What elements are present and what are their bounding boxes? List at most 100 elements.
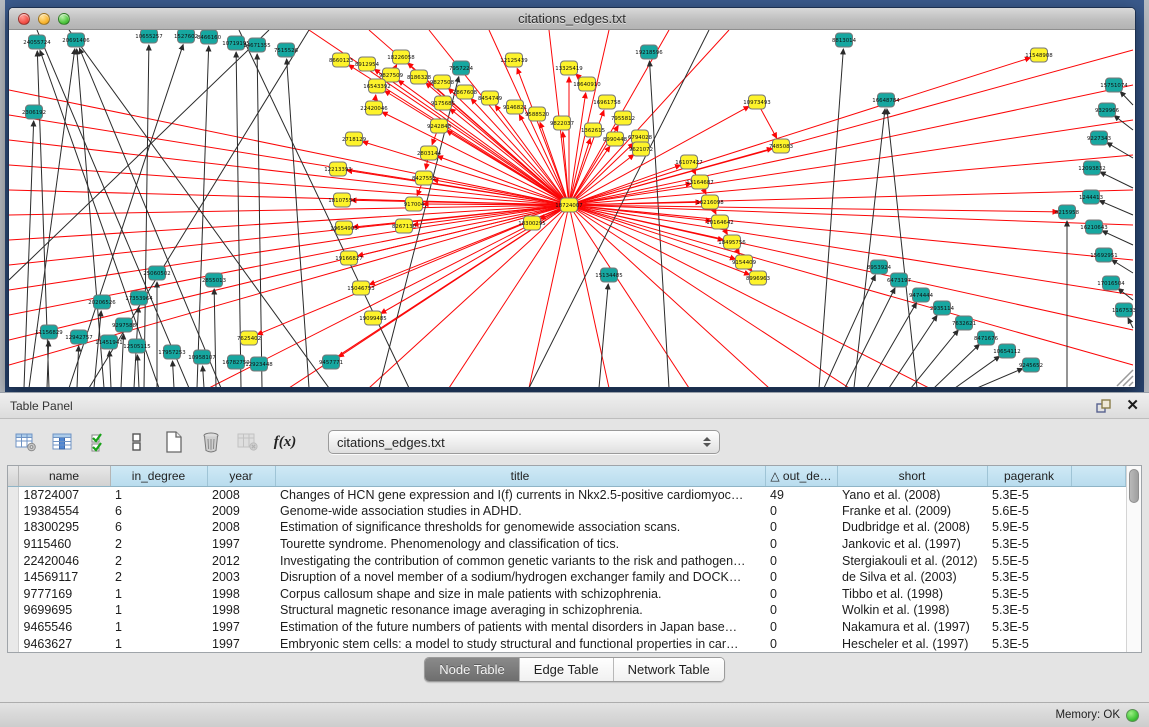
delete-table-button[interactable] <box>236 430 260 454</box>
table-row[interactable]: 1938455462009Genome-wide association stu… <box>8 503 1126 520</box>
cell-year[interactable]: 2009 <box>207 503 275 520</box>
graph-node[interactable]: 15046753 <box>347 281 374 295</box>
cell-short[interactable]: de Silva et al. (2003) <box>837 569 987 586</box>
cell-out_de[interactable]: 0 <box>765 519 837 536</box>
network-nodes[interactable]: 1872400786601238912954182260589827509818… <box>22 30 1135 372</box>
table-row[interactable]: 1830029562008Estimation of significance … <box>8 519 1126 536</box>
graph-node[interactable]: 2867608 <box>453 85 478 99</box>
table-row[interactable]: 1456911722003Disruption of a novel membe… <box>8 569 1126 586</box>
cell-name[interactable]: 9465546 <box>18 619 110 636</box>
table-row[interactable]: 1872400712008Changes of HCN gene express… <box>8 486 1126 503</box>
graph-node[interactable]: 17016504 <box>1097 276 1125 290</box>
cell-title[interactable]: Corpus callosum shape and size in male p… <box>275 586 765 603</box>
graph-node[interactable]: 1362615 <box>581 123 605 137</box>
cell-out_de[interactable]: 0 <box>765 619 837 636</box>
graph-node[interactable]: 11156829 <box>35 325 63 339</box>
cell-pagerank[interactable]: 5.3E-5 <box>987 569 1071 586</box>
graph-node[interactable]: 16648784 <box>872 93 900 107</box>
graph-node[interactable]: 9146821 <box>503 100 527 114</box>
graph-node[interactable]: 9588520 <box>525 107 550 121</box>
graph-node[interactable]: 12505115 <box>123 339 150 353</box>
column-header-in_degree[interactable]: in_degree <box>110 466 207 486</box>
column-header-title[interactable]: title <box>275 466 765 486</box>
cell-name[interactable]: 14569117 <box>18 569 110 586</box>
select-columns-button[interactable] <box>88 430 112 454</box>
graph-node[interactable]: 8990448 <box>603 132 628 146</box>
cell-title[interactable]: Changes of HCN gene expression and I(f) … <box>275 486 765 503</box>
cell-name[interactable]: 18724007 <box>18 486 110 503</box>
cell-in_degree[interactable]: 6 <box>110 503 207 520</box>
graph-node[interactable]: 8813014 <box>832 33 857 47</box>
column-header-pagerank[interactable]: pagerank <box>987 466 1071 486</box>
cell-title[interactable]: Investigating the contribution of common… <box>275 552 765 569</box>
graph-node[interactable]: 6473197 <box>887 273 911 287</box>
cell-year[interactable]: 2008 <box>207 519 275 536</box>
cell-short[interactable]: Stergiakouli et al. (2012) <box>837 552 987 569</box>
cell-name[interactable]: 19384554 <box>18 503 110 520</box>
column-header-name[interactable]: name <box>18 466 110 486</box>
graph-node[interactable]: 2306192 <box>22 105 46 119</box>
graph-node[interactable]: 7625402 <box>237 331 261 345</box>
graph-node[interactable]: 8912954 <box>355 57 380 71</box>
cell-out_de[interactable]: 0 <box>765 552 837 569</box>
table-row[interactable]: 911546021997Tourette syndrome. Phenomeno… <box>8 536 1126 553</box>
cell-out_de[interactable]: 0 <box>765 536 837 553</box>
graph-node[interactable]: 7955812 <box>611 111 635 125</box>
cell-year[interactable]: 1998 <box>207 586 275 603</box>
graph-node[interactable]: 9822037 <box>550 116 574 130</box>
function-builder-button[interactable]: f(x) <box>273 430 297 454</box>
graph-node[interactable]: 1244413 <box>1079 190 1103 204</box>
cell-pagerank[interactable]: 5.3E-5 <box>987 486 1071 503</box>
network-canvas[interactable]: 1872400786601238912954182260589827509818… <box>9 30 1135 388</box>
graph-node[interactable]: 8215958 <box>1055 205 1080 219</box>
graph-node[interactable]: 20206526 <box>88 295 116 309</box>
graph-node[interactable]: 17957253 <box>158 345 185 359</box>
cell-pagerank[interactable]: 5.3E-5 <box>987 602 1071 619</box>
close-panel-icon[interactable]: ✕ <box>1126 399 1139 413</box>
graph-node[interactable]: 10164642 <box>706 215 733 229</box>
tab-edge-table[interactable]: Edge Table <box>520 658 614 681</box>
cell-in_degree[interactable]: 1 <box>110 486 207 503</box>
cell-pagerank[interactable]: 5.3E-5 <box>987 586 1071 603</box>
cell-in_degree[interactable]: 2 <box>110 569 207 586</box>
cell-out_de[interactable]: 0 <box>765 602 837 619</box>
graph-node[interactable]: 8454749 <box>478 91 503 105</box>
network-window-titlebar[interactable]: citations_edges.txt <box>9 8 1135 30</box>
graph-node[interactable]: 9329966 <box>1095 103 1120 117</box>
cell-title[interactable]: Structural magnetic resonance image aver… <box>275 602 765 619</box>
graph-node[interactable]: 18226058 <box>387 50 415 64</box>
column-header-year[interactable]: year <box>207 466 275 486</box>
cell-pagerank[interactable]: 5.3E-5 <box>987 619 1071 636</box>
graph-node[interactable]: 917004 <box>404 197 425 211</box>
graph-node[interactable]: 1527602 <box>174 30 198 43</box>
graph-node[interactable]: 9245652 <box>1019 358 1043 372</box>
cell-year[interactable]: 1997 <box>207 635 275 652</box>
node-table-grid[interactable]: namein_degreeyeartitle△ out_de…shortpage… <box>8 466 1126 652</box>
table-row[interactable]: 946554611997Estimation of the future num… <box>8 619 1126 636</box>
cell-in_degree[interactable]: 2 <box>110 536 207 553</box>
table-row[interactable]: 969969511998Structural magnetic resonanc… <box>8 602 1126 619</box>
graph-node[interactable]: 9474444 <box>909 288 934 302</box>
cell-in_degree[interactable]: 2 <box>110 552 207 569</box>
graph-node[interactable]: 19166827 <box>335 251 362 265</box>
cell-title[interactable]: Genome-wide association studies in ADHD. <box>275 503 765 520</box>
cell-year[interactable]: 1998 <box>207 602 275 619</box>
cell-name[interactable]: 9115460 <box>18 536 110 553</box>
graph-node[interactable]: 19099485 <box>359 311 386 325</box>
tab-node-table[interactable]: Node Table <box>425 658 520 681</box>
cell-pagerank[interactable]: 5.6E-5 <box>987 503 1071 520</box>
table-row[interactable]: 977716911998Corpus callosum shape and si… <box>8 586 1126 603</box>
graph-node[interactable]: 15751074 <box>1100 78 1128 92</box>
graph-node[interactable]: 8660123 <box>329 53 353 67</box>
column-header-out_de[interactable]: △ out_de… <box>765 466 837 486</box>
graph-node[interactable]: 11451941 <box>95 335 122 349</box>
table-header-row[interactable]: namein_degreeyeartitle△ out_de…shortpage… <box>8 466 1126 486</box>
cell-pagerank[interactable]: 5.5E-5 <box>987 552 1071 569</box>
graph-node[interactable]: 15692951 <box>1090 248 1117 262</box>
cell-short[interactable]: Tibbo et al. (1998) <box>837 586 987 603</box>
cell-pagerank[interactable]: 5.3E-5 <box>987 635 1071 652</box>
cell-out_de[interactable]: 0 <box>765 586 837 603</box>
scrollbar-thumb[interactable] <box>1129 469 1139 503</box>
cell-short[interactable]: Yano et al. (2008) <box>837 486 987 503</box>
cell-short[interactable]: Hescheler et al. (1997) <box>837 635 987 652</box>
